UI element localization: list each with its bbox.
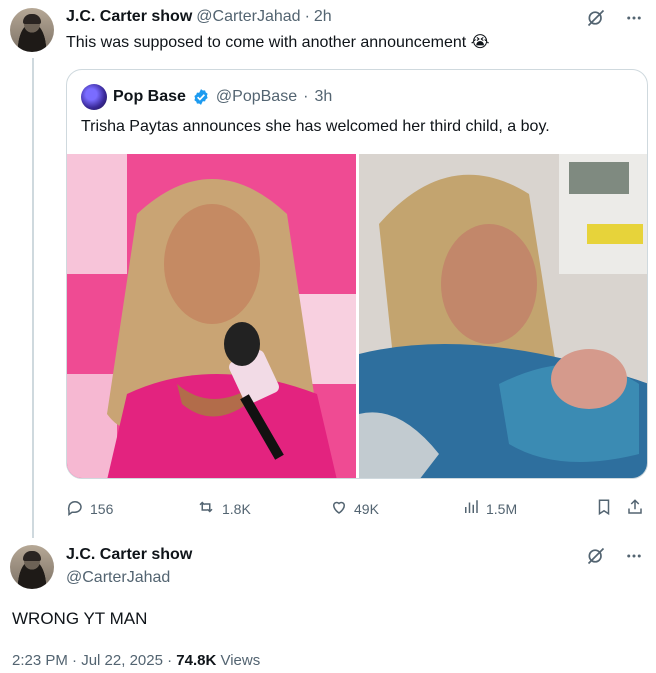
media-photo-left[interactable] — [67, 154, 356, 478]
tweet-timestamp[interactable]: 2:23 PM — [12, 652, 68, 669]
tweet-date[interactable]: Jul 22, 2025 — [81, 652, 163, 669]
repost-icon — [196, 498, 216, 519]
like-button[interactable]: 49K — [330, 498, 379, 519]
tweet-text-body: This was supposed to come with another a… — [66, 34, 467, 51]
views-label: Views — [216, 652, 261, 669]
separator-dot: · — [303, 88, 309, 105]
more-icon[interactable] — [624, 546, 644, 566]
views-count: 1.5M — [486, 500, 518, 517]
tweet-action-bar: 156 1.8K 49K 1.5M — [66, 496, 646, 520]
author-avatar[interactable] — [10, 545, 54, 589]
views-icon — [462, 498, 480, 519]
quote-author-avatar[interactable] — [81, 84, 107, 110]
author-name[interactable]: J.C. Carter show — [66, 546, 192, 564]
tweet-text: WRONG YT MAN — [12, 609, 148, 628]
tweet-metadata: 2:23 PM · Jul 22, 2025 · 74.8K Views — [12, 652, 260, 669]
like-count: 49K — [354, 500, 379, 517]
more-icon[interactable] — [624, 8, 644, 28]
separator-dot: · — [72, 652, 78, 669]
author-handle[interactable]: @CarterJahad — [66, 569, 170, 587]
bookmark-icon — [595, 498, 613, 519]
repost-count: 1.8K — [222, 500, 251, 517]
verified-badge-icon — [192, 88, 210, 106]
reply-icon — [66, 498, 84, 519]
grok-icon[interactable] — [586, 8, 606, 28]
tweet-time[interactable]: 2h — [314, 8, 332, 26]
tweet-header: J.C. Carter show @CarterJahad · 2h — [66, 8, 332, 26]
like-icon — [330, 498, 348, 519]
tweet-text: This was supposed to come with another a… — [66, 33, 489, 53]
share-icon — [626, 498, 644, 519]
thread-line — [32, 58, 34, 538]
grok-icon[interactable] — [586, 546, 606, 566]
quote-time[interactable]: 3h — [314, 88, 332, 106]
media-photo-right[interactable] — [359, 154, 647, 478]
author-name[interactable]: J.C. Carter show — [66, 8, 192, 26]
crying-emoji: 😭 — [470, 34, 490, 51]
quoted-tweet[interactable]: Pop Base @PopBase · 3h Trisha Paytas ann… — [66, 69, 648, 479]
share-button[interactable] — [626, 498, 644, 519]
bookmark-button[interactable] — [595, 498, 613, 519]
reply-count: 156 — [90, 500, 114, 517]
tweet-top-actions — [586, 546, 644, 566]
repost-button[interactable]: 1.8K — [196, 498, 251, 519]
views-button[interactable]: 1.5M — [462, 498, 517, 519]
separator-dot: · — [304, 8, 310, 25]
separator-dot: · — [167, 652, 173, 669]
quote-author-name[interactable]: Pop Base — [113, 88, 186, 106]
quote-text: Trisha Paytas announces she has welcomed… — [81, 118, 550, 135]
tweet-top-actions — [586, 8, 644, 28]
author-avatar[interactable] — [10, 8, 54, 52]
quote-author-handle[interactable]: @PopBase — [216, 88, 297, 106]
quote-header: Pop Base @PopBase · 3h — [81, 84, 332, 110]
views-count: 74.8K — [176, 652, 217, 669]
reply-button[interactable]: 156 — [66, 498, 113, 519]
author-handle[interactable]: @CarterJahad — [196, 8, 300, 26]
